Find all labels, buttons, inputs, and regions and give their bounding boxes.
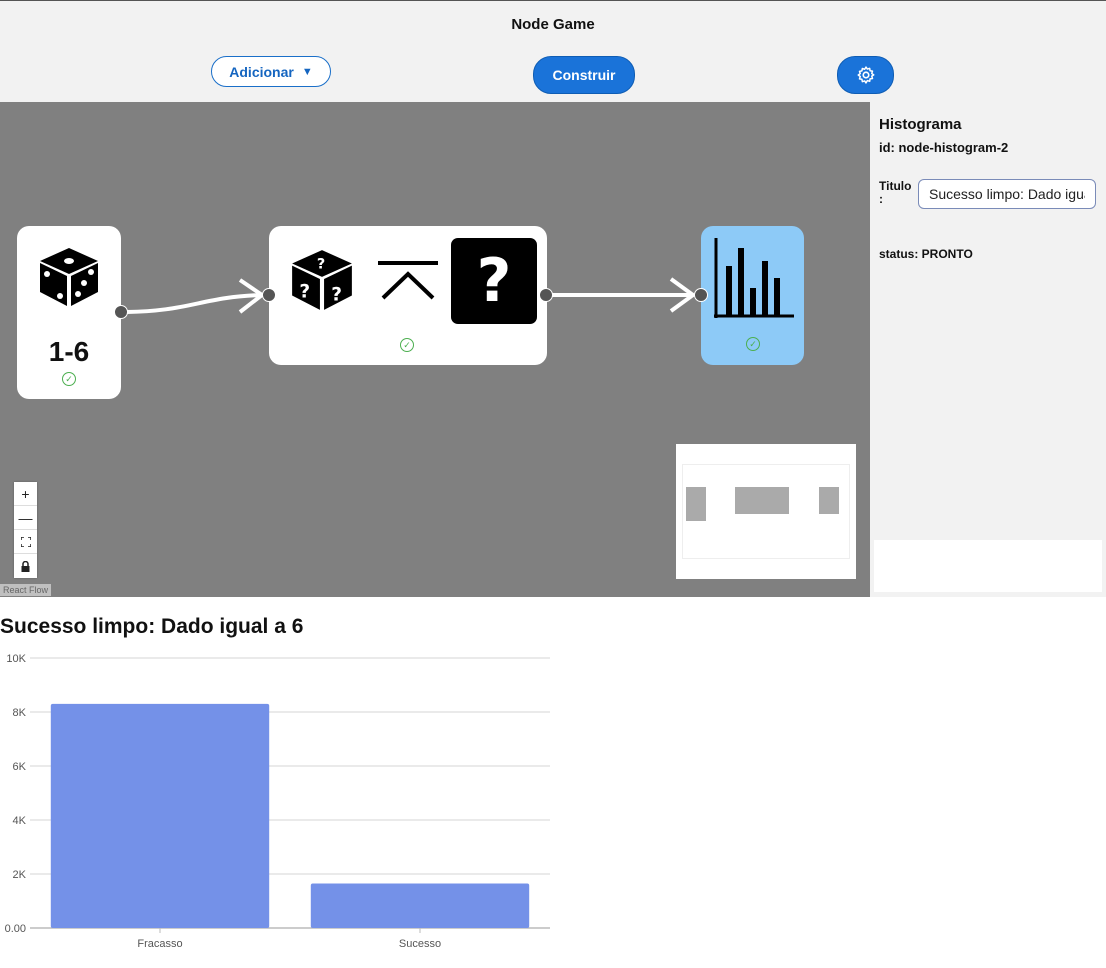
svg-text:?: ? <box>317 257 325 273</box>
check-circle-icon: ✓ <box>62 372 76 386</box>
panel-title: Histograma <box>879 116 962 133</box>
output-handle[interactable] <box>539 288 553 302</box>
node-dice[interactable]: 1-6 ✓ <box>17 226 128 399</box>
status-text: status: PRONTO <box>879 247 973 261</box>
bar-fracasso[interactable] <box>50 703 270 928</box>
node-histogram[interactable]: ✓ <box>694 226 804 365</box>
at-least-icon <box>378 261 438 300</box>
dice-icon <box>40 248 98 306</box>
flow-canvas[interactable]: 1-6 ✓ ? ? ? ? ✓ ✓ + — React Flow <box>0 102 870 597</box>
caret-down-icon: ▼ <box>301 65 313 78</box>
properties-panel: Histograma id: node-histogram-2 Titulo :… <box>870 102 1106 597</box>
histogram-chart: Sucesso limpo: Dado igual a 6 0.00 2K 4K 6K… <box>0 607 560 968</box>
y-tick-label: 10K <box>6 653 26 665</box>
y-tick-label: 0.00 <box>5 923 26 935</box>
check-circle-icon: ✓ <box>746 337 760 351</box>
dice-range-label: 1-6 <box>48 336 90 367</box>
chart-plot: 0.00 2K 4K 6K 8K 10K Fracasso Sucesso <box>5 653 550 950</box>
chart-title: Sucesso limpo: Dado igual a 6 <box>0 615 304 638</box>
minimap-node-histogram <box>819 487 839 514</box>
input-handle[interactable] <box>262 288 276 302</box>
node-filter[interactable]: ? ? ? ? ✓ <box>262 226 553 365</box>
y-tick-label: 4K <box>13 815 27 827</box>
add-button[interactable]: Adicionar ▼ <box>211 56 331 87</box>
minimap-node-dice <box>686 487 706 521</box>
build-button[interactable]: Construir <box>533 56 635 94</box>
y-tick-label: 2K <box>13 869 27 881</box>
build-button-label: Construir <box>552 67 616 83</box>
title-field-label: Titulo : <box>879 179 912 206</box>
x-tick-label: Fracasso <box>137 938 182 950</box>
random-dice-icon: ? ? ? <box>292 250 352 310</box>
minimap[interactable] <box>676 444 856 579</box>
minimap-node-filter <box>735 487 789 514</box>
app-root: Node Game Adicionar ▼ Construir 1-6 ✓ ? … <box>0 0 1106 968</box>
title-input[interactable] <box>918 179 1096 209</box>
bar-chart-icon <box>714 238 794 318</box>
output-handle[interactable] <box>114 305 128 319</box>
svg-text:?: ? <box>299 282 310 303</box>
zoom-out-button[interactable]: — <box>14 506 37 530</box>
input-handle[interactable] <box>694 288 708 302</box>
y-tick-label: 6K <box>13 761 27 773</box>
node-id: id: node-histogram-2 <box>879 140 1009 155</box>
app-title: Node Game <box>511 16 595 33</box>
question-icon: ? <box>451 238 537 324</box>
svg-text:?: ? <box>331 285 342 306</box>
add-button-label: Adicionar <box>229 63 294 80</box>
lock-button[interactable] <box>14 554 37 578</box>
y-tick-label: 8K <box>13 707 27 719</box>
bar-sucesso[interactable] <box>310 883 530 928</box>
top-bar: Node Game Adicionar ▼ Construir <box>0 0 1106 102</box>
lock-icon <box>21 560 30 572</box>
react-flow-attribution[interactable]: React Flow <box>0 584 52 596</box>
x-tick-label: Sucesso <box>399 938 441 950</box>
minimap-viewport <box>682 464 850 559</box>
fit-view-button[interactable] <box>14 530 37 554</box>
zoom-controls: + — <box>14 482 37 578</box>
gear-icon <box>857 66 874 84</box>
zoom-in-button[interactable]: + <box>14 482 37 506</box>
check-circle-icon: ✓ <box>400 338 414 352</box>
settings-button[interactable] <box>837 56 894 94</box>
fit-view-icon <box>20 536 31 547</box>
panel-footer <box>874 540 1102 592</box>
